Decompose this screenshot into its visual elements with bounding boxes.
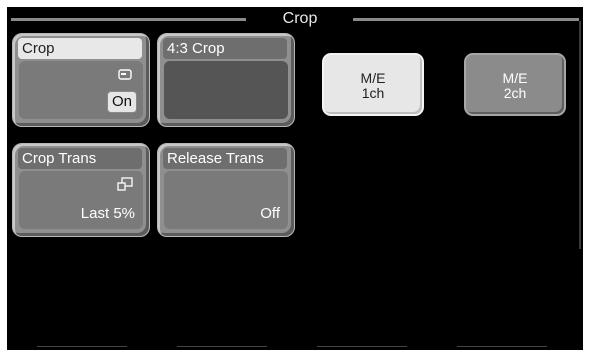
title-divider-right xyxy=(353,18,579,21)
me-1ch-line1: M/E xyxy=(360,70,386,86)
footer-divider-3 xyxy=(317,346,407,347)
crop-trans-status: Last 5% xyxy=(80,205,135,222)
me-2ch-line1: M/E xyxy=(502,70,528,86)
me-2ch-button[interactable]: M/E 2ch xyxy=(464,53,566,116)
crop-label: Crop xyxy=(18,38,142,59)
release-trans-label: Release Trans xyxy=(163,148,287,169)
footer-divider-4 xyxy=(457,346,547,347)
footer-divider-2 xyxy=(177,346,267,347)
title-divider-left xyxy=(11,18,246,21)
crop-trans-body: Last 5% xyxy=(19,171,143,229)
me-2ch-line2: 2ch xyxy=(503,85,527,101)
crop-trans-label: Crop Trans xyxy=(18,148,142,169)
crop-menu-screen: Crop Crop On 4:3 Crop Crop Trans Last 5%… xyxy=(7,7,583,350)
crop-4-3-button[interactable]: 4:3 Crop xyxy=(157,33,295,127)
crop-trans-button[interactable]: Crop Trans Last 5% xyxy=(12,143,150,237)
crop-4-3-body xyxy=(164,61,288,119)
me-1ch-line2: 1ch xyxy=(361,85,385,101)
footer-divider-1 xyxy=(37,346,127,347)
crop-mode-icon xyxy=(118,69,132,80)
transition-icon xyxy=(117,177,133,191)
release-trans-button[interactable]: Release Trans Off xyxy=(157,143,295,237)
release-trans-status: Off xyxy=(260,205,280,222)
crop-status-badge: On xyxy=(106,91,137,113)
me-1ch-button[interactable]: M/E 1ch xyxy=(322,53,424,116)
release-trans-body: Off xyxy=(164,171,288,229)
right-edge-divider xyxy=(579,21,581,249)
crop-button[interactable]: Crop On xyxy=(12,33,150,127)
menu-title: Crop xyxy=(282,10,318,27)
crop-4-3-label: 4:3 Crop xyxy=(163,38,287,59)
crop-body: On xyxy=(19,61,143,119)
